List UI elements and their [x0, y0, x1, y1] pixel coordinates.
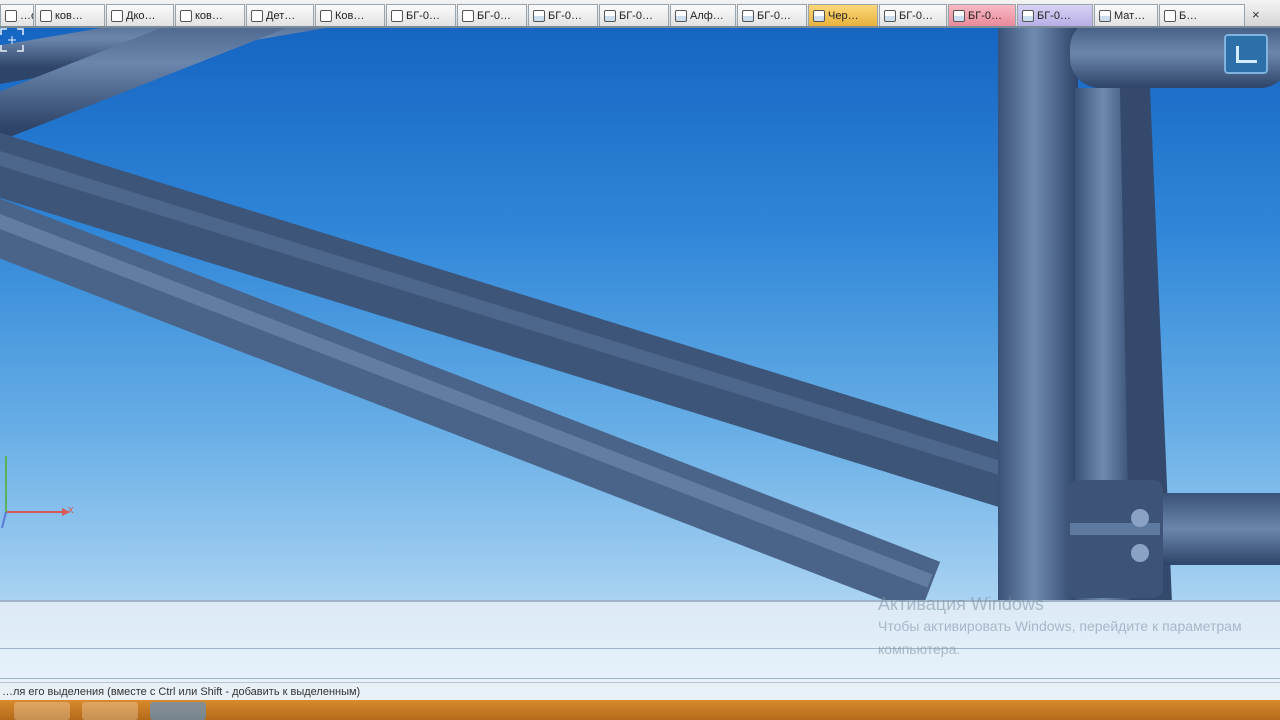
- part-icon: [5, 9, 17, 22]
- document-tab-18[interactable]: Б…: [1159, 4, 1245, 26]
- document-tab-9[interactable]: БГ-0…: [528, 4, 598, 26]
- taskbar-button-app[interactable]: [82, 702, 138, 720]
- tab-label: Алф…: [690, 9, 724, 22]
- axis-x-label: x: [68, 504, 74, 516]
- tab-label: БГ-0…: [757, 9, 791, 22]
- part-icon: [40, 9, 52, 22]
- pipe-frame-model: [0, 28, 1280, 600]
- drawing-icon: [1099, 9, 1111, 22]
- document-tab-3[interactable]: Дко…: [106, 4, 174, 26]
- document-tab-11[interactable]: Алф…: [670, 4, 736, 26]
- taskbar-button-explorer[interactable]: [14, 702, 70, 720]
- pipe-clamp[interactable]: [1068, 480, 1163, 598]
- document-tab-8[interactable]: БГ-0…: [457, 4, 527, 26]
- document-tab-10[interactable]: БГ-0…: [599, 4, 669, 26]
- document-tab-7[interactable]: БГ-0…: [386, 4, 456, 26]
- assembly-icon: [391, 9, 403, 22]
- tab-label: Б…: [1179, 9, 1198, 22]
- tab-label: Ков…: [335, 9, 365, 22]
- document-tab-1[interactable]: …о…: [0, 4, 34, 26]
- document-tab-16[interactable]: БГ-0…: [1017, 4, 1093, 26]
- part-icon: [111, 9, 123, 22]
- document-tab-15[interactable]: БГ-0…: [948, 4, 1016, 26]
- assembly-icon: [462, 9, 474, 22]
- watermark-text: Чтобы активировать Windows, перейдите к …: [878, 618, 1242, 657]
- tab-label: …о…: [20, 9, 33, 22]
- drawing-icon: [604, 9, 616, 22]
- drawing-icon: [884, 9, 896, 22]
- drawing-icon: [953, 9, 965, 22]
- part-icon: [180, 9, 192, 22]
- view-orientation-cube[interactable]: [1224, 34, 1268, 74]
- part-icon: [251, 9, 263, 22]
- watermark-title: Активация Windows: [878, 594, 1044, 614]
- document-tab-6[interactable]: Ков…: [315, 4, 385, 26]
- coordinate-axis-indicator: x: [0, 448, 80, 528]
- pipe-right-horizontal[interactable]: [1150, 493, 1280, 565]
- close-tab-icon[interactable]: ×: [1246, 4, 1266, 26]
- tab-label: БГ-0…: [548, 9, 582, 22]
- part-icon: [320, 9, 332, 22]
- drawing-icon: [742, 9, 754, 22]
- tab-label: ков…: [195, 9, 223, 22]
- assembly-icon: [1164, 9, 1176, 22]
- tab-label: БГ-0…: [899, 9, 933, 22]
- tab-label: Мат…: [1114, 9, 1146, 22]
- tab-label: БГ-0…: [968, 9, 1002, 22]
- tab-label: БГ-0…: [1037, 9, 1071, 22]
- drawing-icon: [813, 9, 825, 22]
- tab-label: ков…: [55, 9, 83, 22]
- tab-label: Чер…: [828, 9, 859, 22]
- pipe-vertical-main[interactable]: [998, 28, 1078, 600]
- tab-label: Дко…: [126, 9, 156, 22]
- document-tab-2[interactable]: ков…: [35, 4, 105, 26]
- drawing-icon: [533, 9, 545, 22]
- document-tab-5[interactable]: Дет…: [246, 4, 314, 26]
- document-tab-14[interactable]: БГ-0…: [879, 4, 947, 26]
- document-tab-12[interactable]: БГ-0…: [737, 4, 807, 26]
- document-tab-17[interactable]: Мат…: [1094, 4, 1158, 26]
- status-text: …ля его выделения (вместе с Ctrl или Shi…: [2, 686, 361, 698]
- selection-cursor-icon: [0, 28, 24, 52]
- tab-label: БГ-0…: [406, 9, 440, 22]
- status-bar: …ля его выделения (вместе с Ctrl или Shi…: [0, 682, 1280, 700]
- tab-label: БГ-0…: [619, 9, 653, 22]
- taskbar-button-browser[interactable]: [150, 702, 206, 720]
- tab-label: Дет…: [266, 9, 296, 22]
- document-tab-bar: …о… ков… Дко… ков… Дет… Ков… БГ-0… БГ-0… БГ-0… БГ…: [0, 0, 1280, 28]
- tab-label: БГ-0…: [477, 9, 511, 22]
- drawing-icon: [675, 9, 687, 22]
- drawing-icon: [1022, 9, 1034, 22]
- windows-activation-watermark: Активация Windows Чтобы активировать Win…: [878, 594, 1248, 661]
- document-tab-13[interactable]: Чер…: [808, 4, 878, 26]
- document-tab-4[interactable]: ков…: [175, 4, 245, 26]
- windows-taskbar: [0, 700, 1280, 720]
- 3d-viewport[interactable]: x: [0, 28, 1280, 600]
